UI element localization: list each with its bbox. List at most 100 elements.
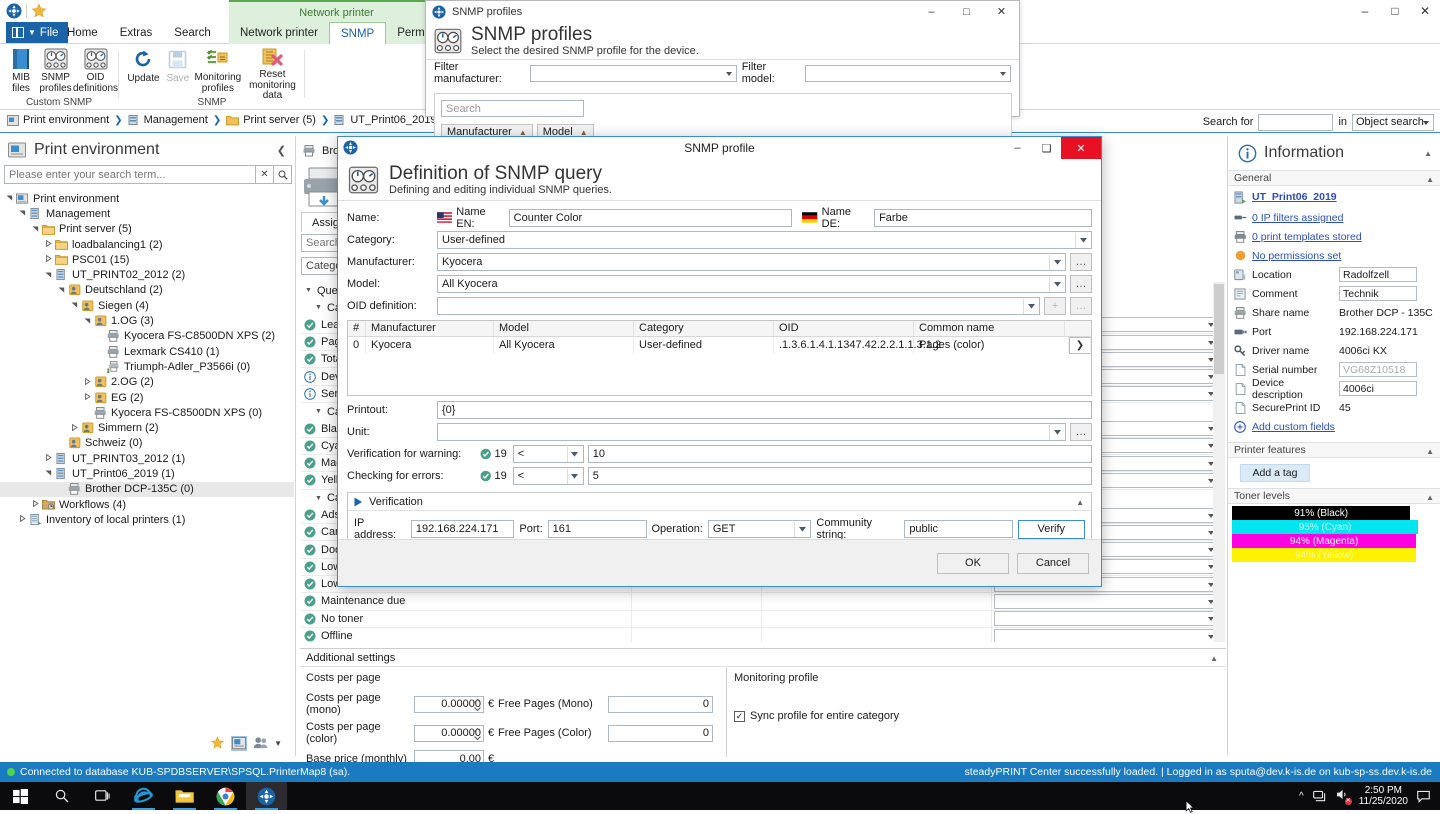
name-en-input[interactable]: Counter Color: [509, 209, 793, 227]
chevron-down-icon[interactable]: [567, 469, 582, 484]
tree-node[interactable]: Kyocera FS-C8500DN XPS (2): [0, 329, 294, 344]
warning-value-input[interactable]: 10: [588, 445, 1092, 463]
section-general-header[interactable]: General ▲: [1228, 170, 1440, 186]
tree-node[interactable]: 2.OG (2): [0, 375, 294, 390]
view-switcher-chevron-icon[interactable]: ▼: [274, 739, 282, 748]
close-button[interactable]: ✕: [1410, 0, 1440, 22]
print-environment-tree[interactable]: Print environmentManagementPrint server …: [0, 191, 294, 704]
tab-network-printer[interactable]: Network printer: [229, 22, 329, 44]
oid-add-button[interactable]: +: [1044, 297, 1066, 315]
info-link[interactable]: 0 print templates stored: [1252, 231, 1362, 243]
notifications-icon[interactable]: [1417, 790, 1430, 803]
chevron-up-icon[interactable]: ▲: [1426, 493, 1434, 502]
tree-expander-icon[interactable]: ▼: [315, 495, 322, 502]
tree-node[interactable]: Deutschland (2): [0, 283, 294, 298]
model-browse-button[interactable]: …: [1070, 275, 1092, 293]
tab-extras[interactable]: Extras: [109, 22, 164, 44]
model-select[interactable]: All Kyocera: [437, 275, 1066, 293]
tree-expander-icon[interactable]: ▼: [315, 408, 322, 415]
warning-operator-select[interactable]: <: [513, 445, 584, 463]
tree-expander-icon[interactable]: [82, 378, 93, 387]
tree-expander-icon[interactable]: [4, 194, 15, 203]
tree-node[interactable]: Siegen (4): [0, 298, 294, 313]
tree-node[interactable]: 1.OG (3): [0, 313, 294, 328]
ribbon-snmp-profiles-button[interactable]: SNMP profiles: [38, 44, 73, 94]
tree-node[interactable]: Print server (5): [0, 222, 294, 237]
tree-expander-icon[interactable]: ▼: [305, 287, 312, 294]
query-row[interactable]: No toner: [301, 611, 1221, 628]
tree-node[interactable]: loadbalancing1 (2): [0, 237, 294, 252]
taskbar-internet-explorer[interactable]: [123, 782, 164, 810]
spinner-arrows-icon[interactable]: [473, 727, 482, 742]
spinner-arrows-icon[interactable]: [473, 698, 482, 713]
tree-expander-icon[interactable]: [43, 469, 54, 478]
expand-triangle-icon[interactable]: [354, 497, 363, 507]
network-icon[interactable]: [1313, 790, 1327, 803]
sidebar-search-clear-button[interactable]: ✕: [256, 165, 274, 184]
manufacturer-browse-button[interactable]: …: [1070, 253, 1092, 271]
tree-node[interactable]: UT_PRINT03_2012 (1): [0, 451, 294, 466]
breadcrumb-item-print-environment[interactable]: Print environment: [7, 114, 109, 126]
chevron-down-icon[interactable]: [1049, 255, 1064, 270]
community-string-input[interactable]: public: [904, 520, 1012, 538]
breadcrumb-item-management[interactable]: Management: [128, 114, 208, 126]
tree-expander-icon[interactable]: [30, 500, 41, 509]
taskbar-file-explorer[interactable]: [164, 782, 205, 810]
device-link[interactable]: UT_Print06_2019: [1252, 191, 1337, 203]
close-button[interactable]: ✕: [984, 1, 1019, 22]
maximize-button[interactable]: □: [949, 1, 984, 22]
maximize-button[interactable]: ❑: [1032, 137, 1061, 159]
add-custom-fields-row[interactable]: Add custom fields: [1228, 417, 1440, 436]
column-header-common-name[interactable]: Common name: [914, 321, 1065, 336]
section-printer-features-header[interactable]: Printer features ▲: [1228, 442, 1440, 458]
tray-expand-icon[interactable]: ^: [1299, 791, 1304, 802]
cancel-button[interactable]: Cancel: [1017, 553, 1089, 574]
breadcrumb-item-print-server[interactable]: Print server (5): [226, 114, 316, 126]
scrollbar-thumb[interactable]: [1214, 284, 1224, 374]
query-value-select[interactable]: [994, 629, 1219, 642]
oid-grid-row[interactable]: 0KyoceraAll KyoceraUser-defined.1.3.6.1.…: [348, 337, 1091, 354]
chevron-down-icon[interactable]: [1023, 299, 1038, 314]
sidebar-search-input[interactable]: [4, 165, 256, 184]
operation-select[interactable]: GET: [708, 520, 812, 538]
maximize-button[interactable]: □: [1380, 0, 1410, 22]
ribbon-save-button[interactable]: Save: [161, 44, 195, 94]
tree-node[interactable]: Kyocera FS-C8500DN XPS (0): [0, 405, 294, 420]
tree-node[interactable]: Schweiz (0): [0, 436, 294, 451]
free-pages-input[interactable]: 0: [608, 696, 713, 713]
query-value-select[interactable]: [994, 611, 1219, 626]
task-view-button[interactable]: [82, 782, 123, 810]
tree-expander-icon[interactable]: [69, 424, 80, 433]
unit-select[interactable]: [437, 423, 1066, 441]
free-pages-input[interactable]: 0: [608, 725, 713, 742]
column-header-model[interactable]: Model: [494, 321, 634, 336]
info-link-row[interactable]: 0 print templates stored: [1228, 227, 1440, 246]
minimize-button[interactable]: –: [1003, 137, 1032, 159]
tree-node[interactable]: Management: [0, 206, 294, 221]
cost-value-input[interactable]: 0.00000: [414, 696, 484, 713]
chevron-down-icon[interactable]: [1049, 277, 1064, 292]
tab-snmp[interactable]: SNMP: [329, 22, 386, 44]
error-value-input[interactable]: 5: [588, 467, 1092, 485]
query-row[interactable]: Maintenance due: [301, 593, 1221, 610]
tree-expander-icon[interactable]: [17, 209, 28, 218]
tree-expander-icon[interactable]: [82, 393, 93, 402]
taskbar-clock[interactable]: 2:50 PM 11/25/2020: [1359, 785, 1408, 807]
center-list-scrollbar[interactable]: [1213, 282, 1225, 642]
manufacturer-select[interactable]: Kyocera: [437, 253, 1066, 271]
section-toner-levels-header[interactable]: Toner levels ▲: [1228, 488, 1440, 504]
column-header-manufacturer[interactable]: Manufacturer: [366, 321, 494, 336]
chevron-down-icon[interactable]: [567, 447, 582, 462]
tree-node[interactable]: Triumph-Adler_P3566i (0): [0, 359, 294, 374]
chevron-up-icon[interactable]: ▲: [1424, 149, 1432, 158]
tree-expander-icon[interactable]: [17, 515, 28, 524]
favorites-star-icon[interactable]: [210, 736, 225, 750]
verification-header[interactable]: Verification ▲: [348, 493, 1091, 511]
ribbon-oid-definitions-button[interactable]: OID definitions: [73, 44, 118, 94]
query-value-select[interactable]: [994, 594, 1219, 609]
info-link-row[interactable]: 0 IP filters assigned: [1228, 208, 1440, 227]
additional-settings-header[interactable]: Additional settings ▲: [300, 649, 1226, 667]
taskbar-search-button[interactable]: [41, 782, 82, 810]
tab-search[interactable]: Search: [163, 22, 221, 44]
tree-expander-icon[interactable]: [69, 301, 80, 310]
